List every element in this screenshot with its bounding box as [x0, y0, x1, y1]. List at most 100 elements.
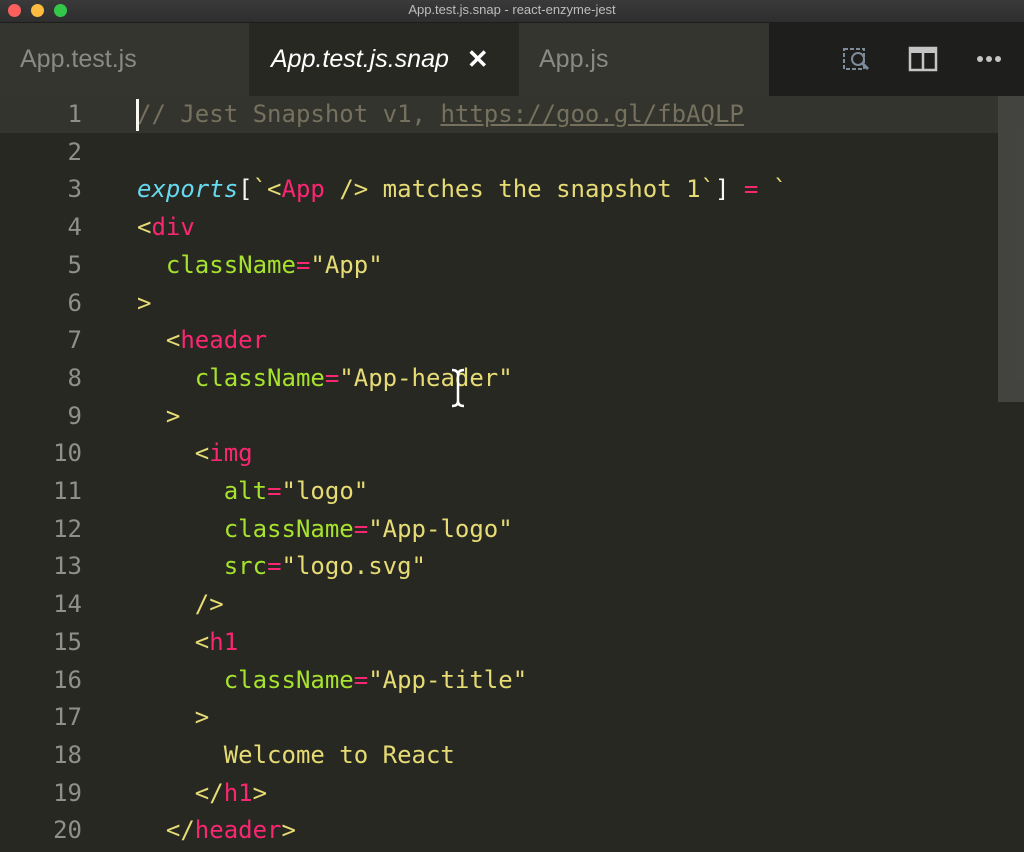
tab-bar: App.test.js App.test.js.snap ✕ App.js: [0, 23, 1024, 96]
code-token: =: [353, 665, 369, 694]
code-line[interactable]: 11 alt="logo": [0, 473, 1024, 510]
code-token: alt: [223, 477, 268, 505]
line-number: 8: [67, 363, 82, 392]
code-token: "App-title": [368, 665, 528, 694]
code-line[interactable]: 2: [0, 134, 1024, 171]
code-line[interactable]: 12 className="App-logo": [0, 511, 1024, 548]
line-number: 11: [53, 477, 82, 505]
code-editor[interactable]: 1 // Jest Snapshot v1, https://goo.gl/fbA…: [0, 96, 1024, 852]
code-text: alt="logo": [137, 473, 369, 510]
code-text: <img: [137, 435, 253, 472]
code-text: </header>: [137, 812, 296, 849]
code-line[interactable]: 16 className="App-title": [0, 662, 1024, 699]
code-line[interactable]: 19 </h1>: [0, 775, 1024, 812]
line-number: 7: [67, 326, 82, 355]
code-token: h1: [209, 627, 239, 656]
code-line[interactable]: 10 <img: [0, 435, 1024, 472]
open-changes-icon[interactable]: [841, 45, 871, 73]
line-number: 13: [53, 552, 82, 581]
code-token: className: [194, 363, 325, 392]
code-line[interactable]: 6 >: [0, 285, 1024, 322]
line-number: 4: [67, 213, 82, 242]
code-line[interactable]: 18 Welcome to React: [0, 737, 1024, 774]
editor-actions: [769, 23, 1024, 96]
code-token: "App-header": [339, 363, 513, 392]
code-text: className="App-title": [137, 662, 527, 699]
code-line[interactable]: 8 className="App-header": [0, 360, 1024, 397]
code-token: src: [223, 552, 268, 581]
code-text: />: [137, 586, 224, 623]
line-number: 18: [53, 740, 82, 769]
code-token: Welcome to React: [137, 740, 455, 769]
code-token: "logo.svg": [281, 552, 427, 581]
code-line[interactable]: 1 // Jest Snapshot v1, https://goo.gl/fbA…: [0, 96, 998, 133]
code-token: "App": [310, 250, 383, 279]
code-text: <header: [137, 322, 267, 359]
tab-app-test-js[interactable]: App.test.js: [0, 23, 249, 96]
code-token: =: [353, 514, 369, 543]
code-line[interactable]: 15 <h1: [0, 624, 1024, 661]
code-line[interactable]: 14 />: [0, 586, 1024, 623]
line-number: 16: [53, 665, 82, 694]
code-token: className: [223, 665, 354, 694]
line-number: 5: [67, 250, 82, 279]
code-line[interactable]: 3 exports[`<App /> matches the snapshot 1…: [0, 171, 1024, 208]
line-number: 17: [53, 703, 82, 732]
line-number: 19: [53, 778, 82, 807]
code-token: h1: [223, 778, 253, 807]
code-line[interactable]: 9 >: [0, 398, 1024, 435]
code-token: className: [223, 514, 354, 543]
line-number: 9: [67, 401, 82, 430]
code-line[interactable]: 5 className="App": [0, 247, 1024, 284]
line-number: 1: [67, 100, 82, 128]
code-token: </: [137, 778, 224, 807]
title-bar: App.test.js.snap - react-enzyme-jest: [0, 0, 1024, 23]
code-token: div: [151, 213, 195, 242]
code-line[interactable]: 7 <header: [0, 322, 1024, 359]
code-text: // Jest Snapshot v1, https://goo.gl/fbAQ…: [137, 96, 744, 133]
code-token: =: [743, 175, 759, 204]
code-token: className: [165, 250, 296, 279]
code-line[interactable]: 20 </header>: [0, 812, 1024, 849]
code-token: // Jest Snapshot v1,: [137, 100, 441, 128]
tab-label: App.js: [539, 45, 609, 73]
code-line[interactable]: 13 src="logo.svg": [0, 548, 1024, 585]
code-text: <h1: [137, 624, 238, 661]
more-actions-icon[interactable]: [974, 45, 1004, 73]
code-line[interactable]: 4 <div: [0, 209, 1024, 246]
code-text: >: [137, 699, 209, 736]
code-token: >: [281, 816, 296, 845]
code-token: [: [238, 175, 253, 204]
line-number: 6: [67, 288, 82, 317]
code-text: exports[`<App /> matches the snapshot 1`…: [137, 171, 787, 208]
code-token: =: [267, 552, 282, 581]
code-token: >: [137, 703, 210, 732]
line-number: 12: [53, 514, 82, 543]
code-token: "App-logo": [368, 514, 513, 543]
line-number: 10: [53, 439, 82, 468]
code-token[interactable]: https://goo.gl/fbAQLP: [440, 100, 743, 128]
split-editor-icon[interactable]: [908, 45, 938, 73]
code-token: />: [137, 590, 224, 619]
close-icon[interactable]: ✕: [467, 44, 489, 75]
line-number: 2: [67, 137, 82, 166]
tab-app-test-js-snap[interactable]: App.test.js.snap ✕: [249, 23, 519, 96]
code-line[interactable]: 17 >: [0, 699, 1024, 736]
tab-label: App.test.js.snap: [271, 45, 449, 73]
scrollbar-thumb[interactable]: [998, 96, 1024, 402]
tab-app-js[interactable]: App.js: [519, 23, 769, 96]
line-number: 14: [53, 590, 82, 619]
caret: [136, 99, 139, 131]
code-token: =: [295, 250, 311, 279]
code-token: "logo": [281, 477, 369, 505]
code-text: className="App": [137, 247, 383, 284]
code-token: <: [137, 627, 210, 656]
code-text: >: [137, 398, 180, 435]
code-token: ]: [715, 175, 744, 204]
line-number: 15: [53, 627, 82, 656]
